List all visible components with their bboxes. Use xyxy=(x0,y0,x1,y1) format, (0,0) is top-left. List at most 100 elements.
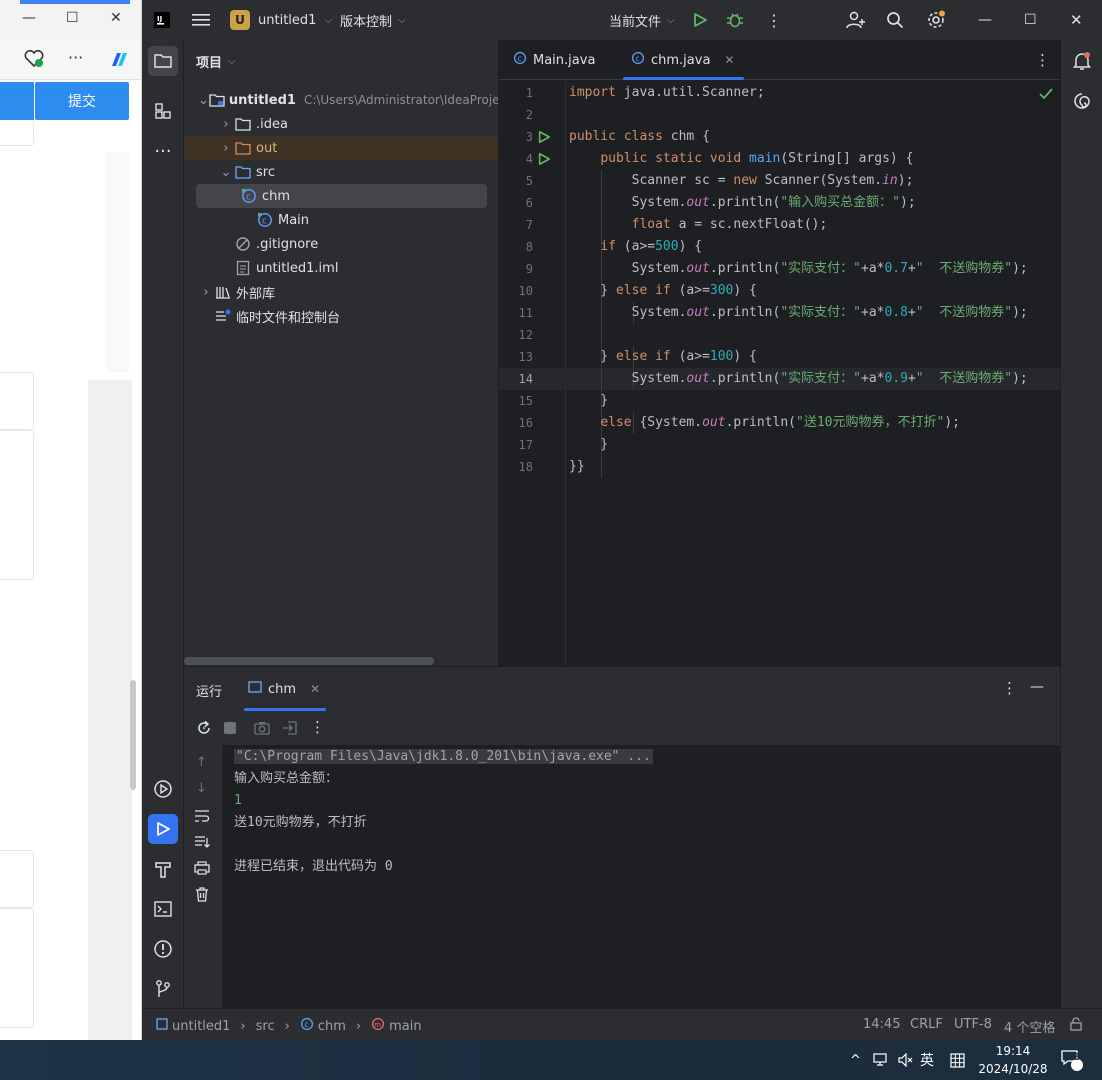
maximize-icon[interactable]: ☐ xyxy=(1024,0,1037,40)
project-name: untitled1 xyxy=(258,12,317,28)
project-panel-header[interactable]: 项目 ⌵ xyxy=(196,52,236,71)
stop-icon[interactable] xyxy=(224,722,236,734)
tree-item-out[interactable]: › out xyxy=(184,136,498,160)
tree-item-main[interactable]: c Main xyxy=(184,208,498,232)
no-problems-check-icon[interactable] xyxy=(1039,88,1053,104)
close-tab-icon[interactable]: ✕ xyxy=(310,682,320,696)
more-actions-icon[interactable]: ⋮ xyxy=(766,0,782,40)
run-panel-options-icon[interactable]: ⋮ xyxy=(1002,679,1017,697)
hide-panel-icon[interactable]: — xyxy=(1030,679,1044,695)
line-separator[interactable]: CRLF xyxy=(910,1017,943,1032)
rerun-icon[interactable] xyxy=(196,720,212,740)
exit-icon[interactable] xyxy=(282,721,298,739)
tree-item-chm[interactable]: c chm xyxy=(196,184,487,208)
tree-item-scratches[interactable]: 临时文件和控制台 xyxy=(184,304,498,328)
breadcrumb-item[interactable]: src xyxy=(256,1019,275,1034)
soft-wrap-icon[interactable] xyxy=(194,809,210,827)
caret-position[interactable]: 14:45 xyxy=(863,1017,900,1032)
more-icon[interactable]: ··· xyxy=(68,48,83,67)
breadcrumb-item[interactable]: untitled1 xyxy=(172,1019,230,1034)
submit-button[interactable]: 提交 xyxy=(35,82,129,120)
editor-more-icon[interactable]: ⋮ xyxy=(1035,51,1050,69)
ime-grid-icon[interactable] xyxy=(950,1040,965,1080)
add-user-icon[interactable] xyxy=(846,0,866,40)
health-heart-icon[interactable] xyxy=(24,49,44,72)
run-icon[interactable] xyxy=(692,0,708,40)
tab-main-java[interactable]: c Main.java xyxy=(513,40,595,80)
java-class-icon: c xyxy=(240,188,258,204)
terminal-tool-icon[interactable] xyxy=(148,894,178,924)
run-main-gutter-icon[interactable] xyxy=(537,148,553,170)
run-config-selector[interactable]: 当前文件 ⌵ xyxy=(609,0,675,40)
chevron-down-icon: ⌵ xyxy=(324,14,333,26)
svg-text:m: m xyxy=(374,1021,381,1029)
scroll-up-icon[interactable]: ↑ xyxy=(196,755,207,770)
project-panel-scrollbar[interactable] xyxy=(184,657,434,665)
run-tool-icon[interactable] xyxy=(148,814,178,844)
console-output[interactable]: "C:\Program Files\Java\jdk1.8.0_201\bin\… xyxy=(222,745,1060,1009)
status-bar: untitled1 › src › c chm › m main 14:45 C… xyxy=(142,1008,1102,1040)
lock-icon[interactable] xyxy=(1070,1017,1082,1035)
volume-muted-icon[interactable] xyxy=(898,1040,914,1080)
chevron-up-icon[interactable]: ^ xyxy=(850,1040,861,1080)
git-tool-icon[interactable] xyxy=(148,974,178,1004)
services-tool-icon[interactable] xyxy=(148,774,178,804)
close-icon[interactable]: ✕ xyxy=(1070,0,1083,40)
tree-item-src[interactable]: ⌄ src xyxy=(184,160,498,184)
editor-tab-bar: c Main.java c chm.java ✕ ⋮ xyxy=(499,40,1060,80)
ime-indicator[interactable]: 英 xyxy=(920,1040,934,1080)
browser-scrollbar[interactable] xyxy=(130,680,136,790)
notifications-bell-icon[interactable] xyxy=(1067,46,1097,76)
tree-item-idea[interactable]: › .idea xyxy=(184,112,498,136)
scratches-icon xyxy=(214,308,232,324)
notification-center-icon[interactable]: 3 xyxy=(1060,1040,1084,1080)
code-area[interactable]: import java.util.Scanner; public class ch… xyxy=(569,82,1060,666)
debug-icon[interactable] xyxy=(726,0,744,40)
browser-left-tab[interactable] xyxy=(0,82,34,120)
indent-setting[interactable]: 4 个空格 xyxy=(1004,1017,1055,1036)
tree-item-untitled1[interactable]: ⌄ untitled1 C:\Users\Administrator\IdeaP… xyxy=(184,88,498,112)
tab-chm-java[interactable]: c chm.java ✕ xyxy=(622,40,746,80)
network-icon[interactable] xyxy=(873,1040,889,1080)
run-class-gutter-icon[interactable] xyxy=(537,126,553,148)
line-number: 18 xyxy=(518,460,533,474)
search-icon[interactable] xyxy=(886,0,904,40)
structure-tool-icon[interactable] xyxy=(148,96,178,126)
clock-date: 2024/10/28 xyxy=(978,1062,1048,1076)
maximize-icon[interactable]: ☐ xyxy=(66,10,79,26)
scroll-down-icon[interactable]: ↓ xyxy=(196,781,207,796)
source-folder-icon xyxy=(234,164,252,180)
settings-gear-icon[interactable] xyxy=(926,0,946,40)
breadcrumb-item[interactable]: main xyxy=(389,1019,421,1034)
main-menu-icon[interactable] xyxy=(192,0,210,40)
tree-item-external-libraries[interactable]: › 外部库 xyxy=(184,280,498,304)
problems-tool-icon[interactable] xyxy=(148,934,178,964)
file-encoding[interactable]: UTF-8 xyxy=(954,1017,992,1032)
system-clock[interactable]: 19:14 2024/10/28 xyxy=(978,1042,1048,1078)
tree-item-iml[interactable]: untitled1.iml xyxy=(184,256,498,280)
vcs-menu[interactable]: 版本控制 ⌵ xyxy=(340,0,406,40)
breadcrumb-item[interactable]: chm xyxy=(318,1019,346,1034)
run-tab-chm[interactable]: chm ✕ xyxy=(243,667,327,711)
close-icon[interactable]: ✕ xyxy=(110,10,122,26)
clear-console-icon[interactable] xyxy=(195,887,209,906)
browser-toolbar: ··· xyxy=(0,40,141,80)
project-selector[interactable]: U untitled1 ⌵ xyxy=(230,0,332,40)
minimize-icon[interactable]: — xyxy=(22,10,36,26)
line-number: 2 xyxy=(525,108,533,122)
screenshot-icon[interactable] xyxy=(254,721,270,739)
module-icon xyxy=(156,1018,168,1034)
tree-item-gitignore[interactable]: .gitignore xyxy=(184,232,498,256)
project-tool-icon[interactable] xyxy=(148,46,178,76)
ai-assistant-icon[interactable] xyxy=(1067,86,1097,116)
more-tools-icon[interactable]: ··· xyxy=(148,136,178,166)
minimize-icon[interactable]: — xyxy=(978,0,992,40)
line-number: 15 xyxy=(518,394,533,408)
scroll-to-end-icon[interactable] xyxy=(194,835,210,853)
print-icon[interactable] xyxy=(194,861,210,879)
build-tool-icon[interactable] xyxy=(148,854,178,884)
copilot-icon[interactable] xyxy=(108,50,130,74)
close-tab-icon[interactable]: ✕ xyxy=(724,53,734,67)
code-line: System.out.println("输入购买总金额："); xyxy=(569,195,916,210)
run-more-icon[interactable]: ⋮ xyxy=(310,718,325,736)
